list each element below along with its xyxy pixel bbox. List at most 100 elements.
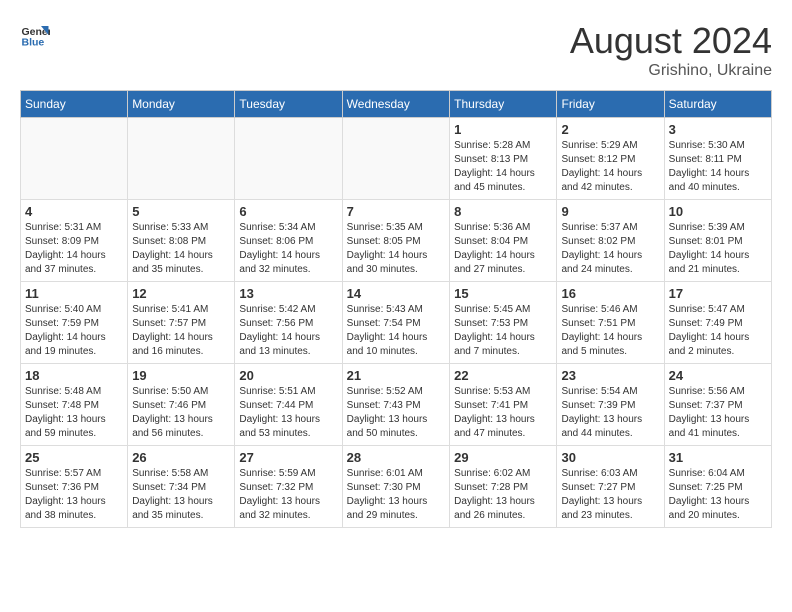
day-number: 15	[454, 286, 552, 301]
day-info: Sunrise: 5:52 AMSunset: 7:43 PMDaylight:…	[347, 385, 446, 441]
col-thursday: Thursday	[450, 91, 557, 118]
calendar-table: Sunday Monday Tuesday Wednesday Thursday…	[20, 90, 772, 528]
table-row: 14 Sunrise: 5:43 AMSunset: 7:54 PMDayligh…	[342, 282, 450, 364]
day-number: 25	[25, 450, 123, 465]
table-row: 18 Sunrise: 5:48 AMSunset: 7:48 PMDayligh…	[21, 364, 128, 446]
day-info: Sunrise: 5:50 AMSunset: 7:46 PMDaylight:…	[132, 385, 230, 441]
table-row: 28 Sunrise: 6:01 AMSunset: 7:30 PMDayligh…	[342, 446, 450, 528]
svg-text:Blue: Blue	[22, 37, 45, 49]
day-number: 5	[132, 204, 230, 219]
table-row: 15 Sunrise: 5:45 AMSunset: 7:53 PMDayligh…	[450, 282, 557, 364]
day-number: 3	[669, 122, 767, 137]
col-sunday: Sunday	[21, 91, 128, 118]
location-subtitle: Grishino, Ukraine	[570, 62, 772, 80]
title-area: August 2024 Grishino, Ukraine	[570, 20, 772, 80]
table-row: 21 Sunrise: 5:52 AMSunset: 7:43 PMDayligh…	[342, 364, 450, 446]
calendar-header-row: Sunday Monday Tuesday Wednesday Thursday…	[21, 91, 772, 118]
day-number: 28	[347, 450, 446, 465]
day-info: Sunrise: 6:04 AMSunset: 7:25 PMDaylight:…	[669, 467, 767, 523]
table-row: 24Sunrise: 5:56 AMSunset: 7:37 PMDayligh…	[664, 364, 771, 446]
day-number: 23	[561, 368, 659, 383]
day-number: 7	[347, 204, 446, 219]
table-row: 2 Sunrise: 5:29 AMSunset: 8:12 PMDaylight…	[557, 118, 664, 200]
table-row: 12 Sunrise: 5:41 AMSunset: 7:57 PMDayligh…	[128, 282, 235, 364]
day-number: 8	[454, 204, 552, 219]
day-number: 6	[239, 204, 337, 219]
day-number: 29	[454, 450, 552, 465]
day-info: Sunrise: 5:47 AMSunset: 7:49 PMDaylight:…	[669, 303, 767, 359]
day-info: Sunrise: 5:51 AMSunset: 7:44 PMDaylight:…	[239, 385, 337, 441]
day-info: Sunrise: 5:28 AMSunset: 8:13 PMDaylight:…	[454, 139, 552, 195]
week-row-2: 4 Sunrise: 5:31 AMSunset: 8:09 PMDaylight…	[21, 200, 772, 282]
day-info: Sunrise: 5:37 AMSunset: 8:02 PMDaylight:…	[561, 221, 659, 277]
table-row	[342, 118, 450, 200]
table-row: 6 Sunrise: 5:34 AMSunset: 8:06 PMDaylight…	[235, 200, 342, 282]
day-number: 2	[561, 122, 659, 137]
day-info: Sunrise: 5:29 AMSunset: 8:12 PMDaylight:…	[561, 139, 659, 195]
day-number: 14	[347, 286, 446, 301]
table-row: 19 Sunrise: 5:50 AMSunset: 7:46 PMDayligh…	[128, 364, 235, 446]
table-row: 23Sunrise: 5:54 AMSunset: 7:39 PMDayligh…	[557, 364, 664, 446]
month-year-title: August 2024	[570, 20, 772, 62]
day-info: Sunrise: 5:40 AMSunset: 7:59 PMDaylight:…	[25, 303, 123, 359]
day-info: Sunrise: 5:33 AMSunset: 8:08 PMDaylight:…	[132, 221, 230, 277]
table-row	[235, 118, 342, 200]
table-row: 25 Sunrise: 5:57 AMSunset: 7:36 PMDayligh…	[21, 446, 128, 528]
day-number: 13	[239, 286, 337, 301]
table-row: 17 Sunrise: 5:47 AMSunset: 7:49 PMDayligh…	[664, 282, 771, 364]
day-info: Sunrise: 5:31 AMSunset: 8:09 PMDaylight:…	[25, 221, 123, 277]
day-number: 30	[561, 450, 659, 465]
table-row: 27Sunrise: 5:59 AMSunset: 7:32 PMDayligh…	[235, 446, 342, 528]
col-monday: Monday	[128, 91, 235, 118]
page-header: General Blue August 2024 Grishino, Ukrai…	[20, 20, 772, 80]
day-info: Sunrise: 5:56 AMSunset: 7:37 PMDaylight:…	[669, 385, 767, 441]
day-info: Sunrise: 5:43 AMSunset: 7:54 PMDaylight:…	[347, 303, 446, 359]
day-info: Sunrise: 5:57 AMSunset: 7:36 PMDaylight:…	[25, 467, 123, 523]
table-row: 11 Sunrise: 5:40 AMSunset: 7:59 PMDayligh…	[21, 282, 128, 364]
day-info: Sunrise: 5:53 AMSunset: 7:41 PMDaylight:…	[454, 385, 552, 441]
table-row: 26Sunrise: 5:58 AMSunset: 7:34 PMDayligh…	[128, 446, 235, 528]
table-row: 1 Sunrise: 5:28 AMSunset: 8:13 PMDaylight…	[450, 118, 557, 200]
table-row: 9 Sunrise: 5:37 AMSunset: 8:02 PMDaylight…	[557, 200, 664, 282]
day-number: 12	[132, 286, 230, 301]
logo: General Blue	[20, 20, 50, 50]
table-row: 22 Sunrise: 5:53 AMSunset: 7:41 PMDayligh…	[450, 364, 557, 446]
day-number: 1	[454, 122, 552, 137]
day-info: Sunrise: 5:48 AMSunset: 7:48 PMDaylight:…	[25, 385, 123, 441]
week-row-4: 18 Sunrise: 5:48 AMSunset: 7:48 PMDayligh…	[21, 364, 772, 446]
day-info: Sunrise: 6:03 AMSunset: 7:27 PMDaylight:…	[561, 467, 659, 523]
day-number: 20	[239, 368, 337, 383]
day-info: Sunrise: 5:35 AMSunset: 8:05 PMDaylight:…	[347, 221, 446, 277]
col-friday: Friday	[557, 91, 664, 118]
table-row	[21, 118, 128, 200]
day-info: Sunrise: 5:34 AMSunset: 8:06 PMDaylight:…	[239, 221, 337, 277]
day-info: Sunrise: 5:42 AMSunset: 7:56 PMDaylight:…	[239, 303, 337, 359]
day-info: Sunrise: 5:58 AMSunset: 7:34 PMDaylight:…	[132, 467, 230, 523]
day-number: 18	[25, 368, 123, 383]
day-number: 9	[561, 204, 659, 219]
day-info: Sunrise: 5:39 AMSunset: 8:01 PMDaylight:…	[669, 221, 767, 277]
day-number: 21	[347, 368, 446, 383]
table-row: 29Sunrise: 6:02 AMSunset: 7:28 PMDayligh…	[450, 446, 557, 528]
day-info: Sunrise: 5:41 AMSunset: 7:57 PMDaylight:…	[132, 303, 230, 359]
day-info: Sunrise: 5:45 AMSunset: 7:53 PMDaylight:…	[454, 303, 552, 359]
day-number: 19	[132, 368, 230, 383]
week-row-1: 1 Sunrise: 5:28 AMSunset: 8:13 PMDaylight…	[21, 118, 772, 200]
week-row-3: 11 Sunrise: 5:40 AMSunset: 7:59 PMDayligh…	[21, 282, 772, 364]
day-info: Sunrise: 5:59 AMSunset: 7:32 PMDaylight:…	[239, 467, 337, 523]
day-number: 31	[669, 450, 767, 465]
table-row: 20 Sunrise: 5:51 AMSunset: 7:44 PMDayligh…	[235, 364, 342, 446]
table-row: 7 Sunrise: 5:35 AMSunset: 8:05 PMDaylight…	[342, 200, 450, 282]
day-number: 17	[669, 286, 767, 301]
col-tuesday: Tuesday	[235, 91, 342, 118]
day-number: 11	[25, 286, 123, 301]
col-saturday: Saturday	[664, 91, 771, 118]
week-row-5: 25 Sunrise: 5:57 AMSunset: 7:36 PMDayligh…	[21, 446, 772, 528]
day-number: 22	[454, 368, 552, 383]
col-wednesday: Wednesday	[342, 91, 450, 118]
day-info: Sunrise: 6:01 AMSunset: 7:30 PMDaylight:…	[347, 467, 446, 523]
table-row: 5 Sunrise: 5:33 AMSunset: 8:08 PMDaylight…	[128, 200, 235, 282]
table-row: 8 Sunrise: 5:36 AMSunset: 8:04 PMDaylight…	[450, 200, 557, 282]
day-number: 4	[25, 204, 123, 219]
day-info: Sunrise: 5:36 AMSunset: 8:04 PMDaylight:…	[454, 221, 552, 277]
